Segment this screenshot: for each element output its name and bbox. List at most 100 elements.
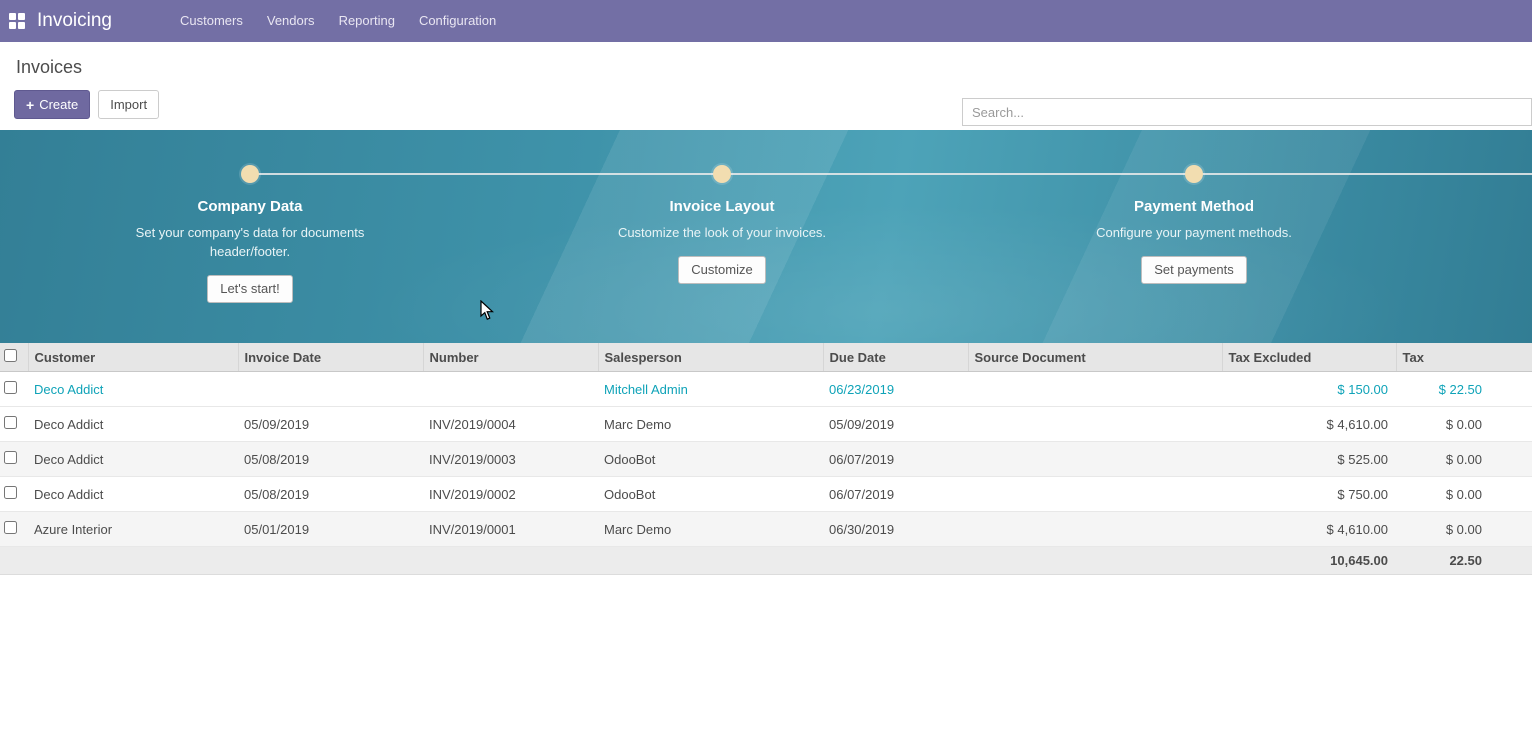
table-row[interactable]: Deco Addict 05/09/2019 INV/2019/0004 Mar… [0, 407, 1532, 442]
cell-salesperson: OdooBot [598, 442, 823, 477]
cell-salesperson: Marc Demo [598, 407, 823, 442]
search-input[interactable] [962, 98, 1532, 126]
column-header-tax-excluded[interactable]: Tax Excluded [1222, 343, 1396, 372]
cell-source-document [968, 477, 1222, 512]
menu-item-configuration[interactable]: Configuration [407, 0, 508, 42]
menu-item-customers[interactable]: Customers [168, 0, 255, 42]
row-checkbox[interactable] [4, 486, 17, 499]
step-description: Customize the look of your invoices. [618, 224, 826, 243]
cell-salesperson: Mitchell Admin [598, 372, 823, 407]
table-row[interactable]: Azure Interior 05/01/2019 INV/2019/0001 … [0, 512, 1532, 547]
cell-customer: Deco Addict [28, 407, 238, 442]
select-all-cell [0, 343, 28, 372]
cell-due-date: 05/09/2019 [823, 407, 968, 442]
cell-tax-excluded: $ 750.00 [1222, 477, 1396, 512]
row-select-cell [0, 442, 28, 477]
cell-tax: $ 0.00 [1396, 442, 1532, 477]
column-header-source-document[interactable]: Source Document [968, 343, 1222, 372]
column-header-number[interactable]: Number [423, 343, 598, 372]
table-row[interactable]: Deco Addict 05/08/2019 INV/2019/0003 Odo… [0, 442, 1532, 477]
step-dot-icon [241, 165, 259, 183]
page-title: Invoices [16, 57, 82, 78]
plus-icon: + [26, 98, 34, 112]
cell-number: INV/2019/0002 [423, 477, 598, 512]
cell-tax-excluded: $ 4,610.00 [1222, 407, 1396, 442]
onboarding-step-invoice-layout: Invoice Layout Customize the look of you… [486, 130, 958, 303]
menu-item-vendors[interactable]: Vendors [255, 0, 327, 42]
cell-invoice-date: 05/01/2019 [238, 512, 423, 547]
step-description: Configure your payment methods. [1096, 224, 1292, 243]
step-dot-icon [713, 165, 731, 183]
column-header-due-date[interactable]: Due Date [823, 343, 968, 372]
action-buttons: + Create Import [14, 90, 159, 119]
cell-source-document [968, 512, 1222, 547]
row-select-cell [0, 512, 28, 547]
row-select-cell [0, 407, 28, 442]
import-button[interactable]: Import [98, 90, 159, 119]
cell-customer: Deco Addict [28, 372, 238, 407]
column-header-invoice-date[interactable]: Invoice Date [238, 343, 423, 372]
total-tax: 22.50 [1396, 547, 1532, 575]
app-brand[interactable]: Invoicing [37, 10, 112, 32]
column-header-tax[interactable]: Tax [1396, 343, 1532, 372]
column-header-salesperson[interactable]: Salesperson [598, 343, 823, 372]
invoices-table: Customer Invoice Date Number Salesperson… [0, 343, 1532, 575]
cell-tax-excluded: $ 4,610.00 [1222, 512, 1396, 547]
step-title: Invoice Layout [669, 198, 774, 215]
row-checkbox[interactable] [4, 381, 17, 394]
cell-due-date: 06/30/2019 [823, 512, 968, 547]
step-dot-icon [1185, 165, 1203, 183]
cell-salesperson: OdooBot [598, 477, 823, 512]
row-checkbox[interactable] [4, 521, 17, 534]
step-title: Company Data [197, 198, 302, 215]
row-select-cell [0, 477, 28, 512]
cell-tax: $ 22.50 [1396, 372, 1532, 407]
cell-invoice-date: 05/08/2019 [238, 442, 423, 477]
cell-number [423, 372, 598, 407]
onboarding-steps: Company Data Set your company's data for… [0, 130, 1532, 303]
onboarding-step-payment-method: Payment Method Configure your payment me… [958, 130, 1430, 303]
create-button[interactable]: + Create [14, 90, 90, 119]
menu-item-reporting[interactable]: Reporting [327, 0, 407, 42]
cell-source-document [968, 442, 1222, 477]
main-menu: Customers Vendors Reporting Configuratio… [168, 0, 508, 42]
cell-tax-excluded: $ 150.00 [1222, 372, 1396, 407]
cell-number: INV/2019/0004 [423, 407, 598, 442]
set-payments-button[interactable]: Set payments [1141, 256, 1247, 284]
onboarding-banner: Company Data Set your company's data for… [0, 130, 1532, 343]
column-header-customer[interactable]: Customer [28, 343, 238, 372]
cell-customer: Deco Addict [28, 477, 238, 512]
cell-tax: $ 0.00 [1396, 477, 1532, 512]
cell-tax: $ 0.00 [1396, 512, 1532, 547]
table-row[interactable]: Deco Addict Mitchell Admin 06/23/2019 $ … [0, 372, 1532, 407]
apps-menu-icon[interactable] [9, 13, 25, 29]
select-all-checkbox[interactable] [4, 349, 17, 362]
table-header-row: Customer Invoice Date Number Salesperson… [0, 343, 1532, 372]
cell-number: INV/2019/0001 [423, 512, 598, 547]
cell-tax-excluded: $ 525.00 [1222, 442, 1396, 477]
cell-customer: Deco Addict [28, 442, 238, 477]
cell-due-date: 06/23/2019 [823, 372, 968, 407]
step-description: Set your company's data for documents he… [133, 224, 368, 262]
cell-tax: $ 0.00 [1396, 407, 1532, 442]
cell-due-date: 06/07/2019 [823, 442, 968, 477]
cell-source-document [968, 372, 1222, 407]
top-navbar: Invoicing Customers Vendors Reporting Co… [0, 0, 1532, 42]
cell-salesperson: Marc Demo [598, 512, 823, 547]
table-row[interactable]: Deco Addict 05/08/2019 INV/2019/0002 Odo… [0, 477, 1532, 512]
row-select-cell [0, 372, 28, 407]
import-button-label: Import [110, 97, 147, 112]
lets-start-button[interactable]: Let's start! [207, 275, 293, 303]
cell-invoice-date: 05/08/2019 [238, 477, 423, 512]
create-button-label: Create [39, 97, 78, 112]
cell-number: INV/2019/0003 [423, 442, 598, 477]
row-checkbox[interactable] [4, 416, 17, 429]
onboarding-step-company-data: Company Data Set your company's data for… [14, 130, 486, 303]
cell-customer: Azure Interior [28, 512, 238, 547]
total-tax-excluded: 10,645.00 [1222, 547, 1396, 575]
row-checkbox[interactable] [4, 451, 17, 464]
control-panel: Invoices + Create Import Filters ▾ ≡ Gro… [0, 42, 1532, 130]
cell-invoice-date: 05/09/2019 [238, 407, 423, 442]
customize-button[interactable]: Customize [678, 256, 765, 284]
cell-due-date: 06/07/2019 [823, 477, 968, 512]
